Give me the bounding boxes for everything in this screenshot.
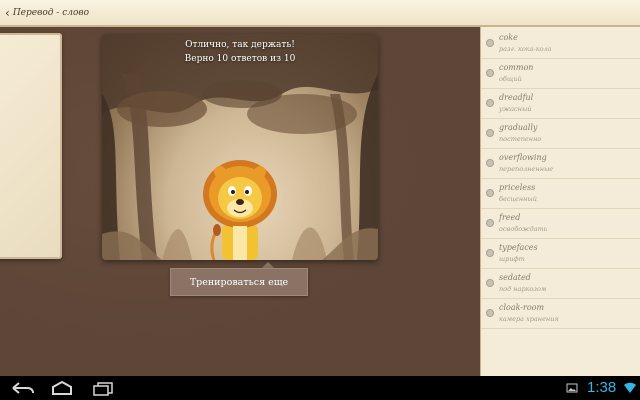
word-en: dreadful [499,93,534,102]
word-bullet-icon [486,39,494,47]
train-again-button[interactable]: Тренироваться еще [170,268,308,296]
home-icon[interactable] [50,380,74,396]
result-message: Отлично, так держать! [185,40,295,50]
word-item[interactable]: freed освобождать [481,209,640,239]
word-ru: ужасный [499,105,532,113]
word-bullet-icon [486,99,494,107]
word-item[interactable]: sedated под наркозом [481,269,640,299]
word-item[interactable]: priceless бесценный [481,179,640,209]
word-bullet-icon [486,159,494,167]
main-area: Отлично, так держать! Верно 10 ответов и… [0,27,480,376]
word-bullet-icon [486,279,494,287]
word-ru: освобождать [499,225,548,233]
word-bullet-icon [486,309,494,317]
previous-card[interactable] [0,33,62,259]
gallery-icon [566,383,578,393]
wifi-icon [624,382,636,393]
word-bullet-icon [486,129,494,137]
word-item[interactable]: typefaces шрифт [481,239,640,269]
top-bar: ‹ Перевод - слово [0,0,640,27]
word-ru: шрифт [499,255,525,263]
word-list: coke разг. кока-кола common общий dreadf… [480,27,640,376]
word-en: common [499,63,534,72]
word-item[interactable]: coke разг. кока-кола [481,29,640,59]
word-ru: переполненные [499,165,554,173]
word-en: typefaces [499,243,538,252]
word-item[interactable]: common общий [481,59,640,89]
word-ru: разг. кока-кола [499,45,552,53]
word-item[interactable]: cloak-room камера хранения [481,299,640,329]
word-bullet-icon [486,189,494,197]
word-ru: общий [499,75,522,83]
word-ru: постепенно [499,135,542,143]
jungle-lion-illustration [102,34,378,260]
word-bullet-icon [486,69,494,77]
clock: 1:38 [587,379,617,396]
word-en: cloak-room [499,303,545,312]
word-en: sedated [499,273,531,282]
recent-apps-icon[interactable] [92,380,116,396]
screen-title[interactable]: Перевод - слово [13,8,89,18]
word-bullet-icon [486,219,494,227]
word-item[interactable]: dreadful ужасный [481,89,640,119]
back-chevron-icon[interactable]: ‹ [5,6,10,20]
word-ru: под наркозом [499,285,547,293]
word-en: freed [499,213,521,222]
word-en: priceless [499,183,536,192]
word-item[interactable]: overflowing переполненные [481,149,640,179]
word-en: coke [499,33,518,42]
word-item[interactable]: gradually постепенно [481,119,640,149]
word-ru: камера хранения [499,315,559,323]
back-icon[interactable] [11,380,35,396]
result-score: Верно 10 ответов из 10 [184,54,296,64]
word-bullet-icon [486,249,494,257]
word-en: gradually [499,123,538,132]
word-ru: бесценный [499,195,537,203]
system-nav-bar: 1:38 [0,376,640,400]
word-en: overflowing [499,153,547,162]
result-card: Отлично, так держать! Верно 10 ответов и… [102,34,378,260]
